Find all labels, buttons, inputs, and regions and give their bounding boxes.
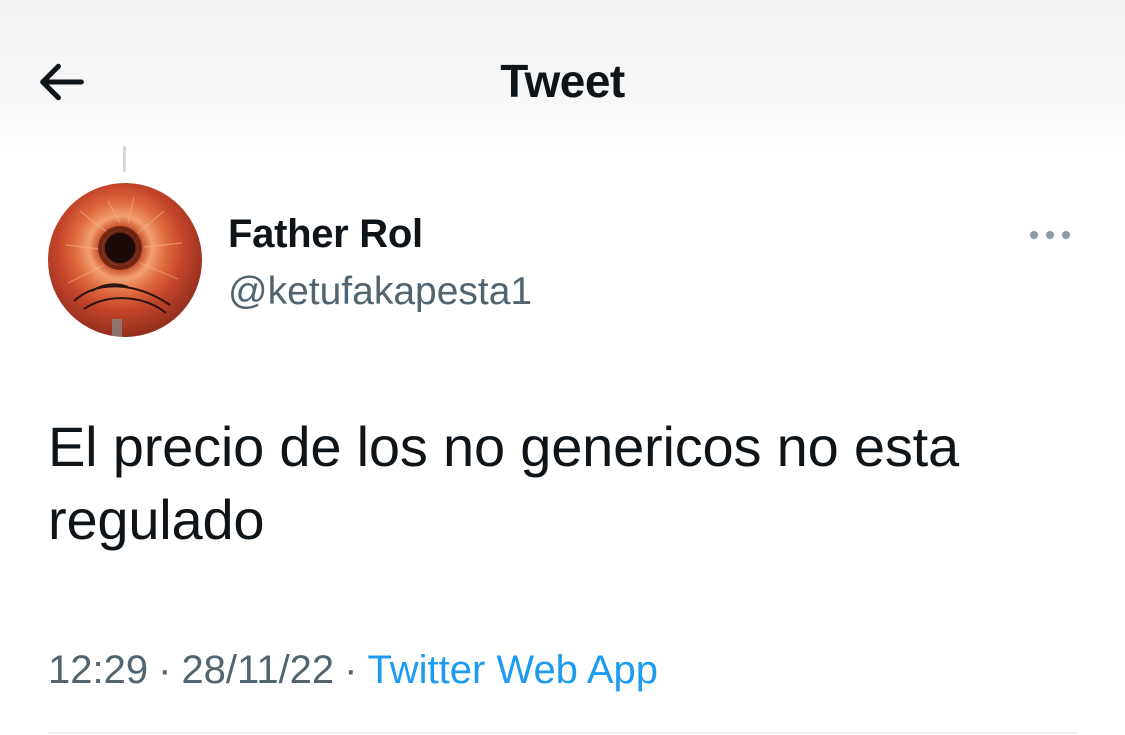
- tweet-time[interactable]: 12:29: [48, 648, 148, 692]
- divider: [48, 732, 1078, 734]
- tweet-source-link[interactable]: Twitter Web App: [368, 648, 659, 692]
- eye-avatar-image: [65, 196, 183, 337]
- tweet-detail-page: Tweet Father Rol @ketufakapesta1 El prec…: [0, 0, 1125, 735]
- tweet-text: El precio de los no genericos no esta re…: [48, 415, 959, 551]
- author-display-name[interactable]: Father Rol: [228, 212, 423, 257]
- top-navigation-bar: Tweet: [0, 0, 1125, 150]
- tweet-date[interactable]: 28/11/22: [181, 648, 334, 692]
- ellipsis-icon: [1030, 231, 1070, 239]
- page-title: Tweet: [500, 55, 625, 107]
- meta-separator: ·: [158, 648, 172, 692]
- meta-separator: ·: [344, 648, 358, 692]
- more-options-button[interactable]: [1022, 218, 1078, 252]
- thread-connector-line: [123, 146, 126, 172]
- author-handle[interactable]: @ketufakapesta1: [228, 270, 532, 314]
- tweet-metadata: 12:29 · 28/11/22 · Twitter Web App: [48, 648, 658, 693]
- avatar[interactable]: [48, 183, 202, 337]
